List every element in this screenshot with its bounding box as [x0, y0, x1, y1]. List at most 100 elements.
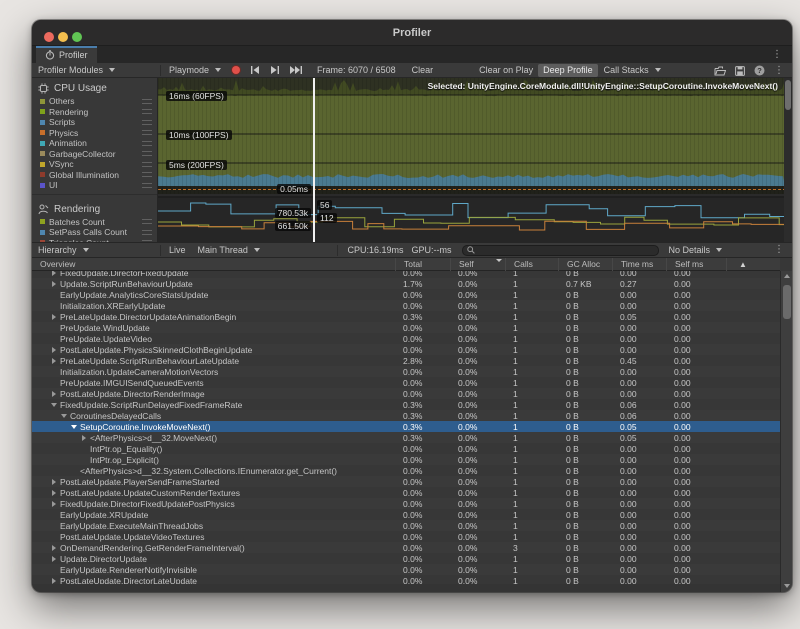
drag-handle-icon[interactable]	[142, 130, 152, 135]
hierarchy-menu-icon[interactable]: ⋮	[774, 245, 784, 255]
profiler-modules-dropdown[interactable]: Profiler Modules	[32, 64, 158, 77]
table-row[interactable]: PreLateUpdate.DirectorUpdateAnimationBeg…	[32, 311, 780, 322]
table-row[interactable]: EarlyUpdate.ExecuteMainThreadJobs0.0%0.0…	[32, 520, 780, 531]
charts-scrollbar[interactable]	[784, 78, 792, 242]
charts-area[interactable]: 16ms (60FPS) 10ms (100FPS) 5ms (200FPS) …	[158, 78, 792, 242]
foldout-arrow-icon[interactable]	[50, 487, 60, 498]
foldout-arrow-icon[interactable]	[50, 498, 60, 509]
table-row[interactable]: EarlyUpdate.AnalyticsCoreStatsUpdate0.0%…	[32, 289, 780, 300]
table-row[interactable]: <AfterPhysics>d__32.System.Collections.I…	[32, 465, 780, 476]
save-profile-icon[interactable]	[735, 66, 745, 76]
table-row[interactable]: EarlyUpdate.RendererNotifyInvisible0.0%0…	[32, 564, 780, 575]
deep-profile-toggle[interactable]: Deep Profile	[538, 64, 598, 77]
foldout-arrow-icon[interactable]	[60, 410, 70, 421]
module-counter[interactable]: Physics	[32, 128, 157, 139]
context-menu-icon[interactable]: ⋮	[774, 66, 784, 76]
module-counter[interactable]: Scripts	[32, 117, 157, 128]
foldout-arrow-icon[interactable]	[50, 344, 60, 355]
module-counter[interactable]: UI	[32, 180, 157, 191]
module-rendering[interactable]: Rendering	[32, 202, 157, 217]
column-warnings[interactable]: ▲	[726, 258, 780, 271]
drag-handle-icon[interactable]	[142, 172, 152, 177]
live-toggle[interactable]: Live	[163, 245, 192, 255]
drag-handle-icon[interactable]	[142, 162, 152, 167]
table-row[interactable]: PreUpdate.WindUpdate0.0%0.0%10 B0.000.00	[32, 322, 780, 333]
scrollbar-thumb[interactable]	[785, 80, 791, 110]
table-row[interactable]: PreLateUpdate.ScriptRunBehaviourLateUpda…	[32, 355, 780, 366]
rendering-chart[interactable]	[158, 196, 785, 242]
column-overview[interactable]: Overview	[32, 259, 395, 269]
table-row[interactable]: IntPtr.op_Explicit()0.0%0.0%10 B0.000.00	[32, 454, 780, 465]
drag-handle-icon[interactable]	[142, 109, 152, 114]
table-row[interactable]: PostLateUpdate.PlayerSendFrameStarted0.0…	[32, 476, 780, 487]
table-row[interactable]: PreUpdate.IMGUISendQueuedEvents0.0%0.0%1…	[32, 377, 780, 388]
table-row[interactable]: PostLateUpdate.DirectorLateUpdate0.0%0.0…	[32, 575, 780, 584]
table-row[interactable]: CoroutinesDelayedCalls0.3%0.0%10 B0.060.…	[32, 410, 780, 421]
table-row[interactable]: IntPtr.op_Equality()0.0%0.0%10 B0.000.00	[32, 443, 780, 454]
drag-handle-icon[interactable]	[142, 219, 152, 224]
module-cpu-usage[interactable]: CPU Usage	[32, 81, 157, 96]
table-row[interactable]: PostLateUpdate.DirectorRenderImage0.0%0.…	[32, 388, 780, 399]
table-row[interactable]: OnDemandRendering.GetRenderFrameInterval…	[32, 542, 780, 553]
drag-handle-icon[interactable]	[142, 151, 152, 156]
foldout-arrow-icon[interactable]	[50, 311, 60, 322]
module-counter[interactable]: GarbageCollector	[32, 149, 157, 160]
foldout-arrow-icon[interactable]	[50, 278, 60, 289]
current-frame-button[interactable]	[285, 64, 308, 77]
foldout-arrow-icon[interactable]	[70, 421, 80, 432]
module-counter[interactable]: Animation	[32, 138, 157, 149]
foldout-arrow-icon[interactable]	[50, 355, 60, 366]
column-calls[interactable]: Calls	[505, 258, 558, 271]
titlebar[interactable]: Profiler	[32, 20, 792, 46]
foldout-arrow-icon[interactable]	[80, 432, 90, 443]
clear-on-play-toggle[interactable]: Clear on Play	[474, 64, 538, 77]
foldout-arrow-icon[interactable]	[50, 388, 60, 399]
module-counter[interactable]: SetPass Calls Count	[32, 227, 157, 238]
module-counter[interactable]: Rendering	[32, 107, 157, 118]
call-stacks-dropdown[interactable]: Call Stacks	[598, 64, 667, 77]
foldout-arrow-icon[interactable]	[50, 399, 60, 410]
load-profile-icon[interactable]	[714, 66, 726, 76]
foldout-arrow-icon[interactable]	[50, 271, 60, 278]
record-button[interactable]	[227, 64, 245, 77]
table-row[interactable]: Update.ScriptRunBehaviourUpdate1.7%0.0%1…	[32, 278, 780, 289]
table-row[interactable]: <AfterPhysics>d__32.MoveNext()0.3%0.0%10…	[32, 432, 780, 443]
scroll-up-icon[interactable]	[784, 274, 790, 278]
foldout-arrow-icon[interactable]	[50, 575, 60, 584]
module-counter[interactable]: Others	[32, 96, 157, 107]
thread-dropdown[interactable]: Main Thread	[192, 244, 335, 257]
table-row[interactable]: PostLateUpdate.UpdateVideoTextures0.0%0.…	[32, 531, 780, 542]
drag-handle-icon[interactable]	[142, 120, 152, 125]
table-row[interactable]: PreUpdate.UpdateVideo0.0%0.0%10 B0.000.0…	[32, 333, 780, 344]
table-scrollbar[interactable]	[780, 271, 792, 592]
search-field[interactable]	[462, 245, 659, 256]
frame-selection-line[interactable]	[313, 78, 315, 242]
table-row[interactable]: SetupCoroutine.InvokeMoveNext()0.3%0.0%1…	[32, 421, 780, 432]
view-mode-dropdown[interactable]: Hierarchy	[32, 244, 158, 257]
drag-handle-icon[interactable]	[142, 141, 152, 146]
table-row[interactable]: EarlyUpdate.XRUpdate0.0%0.0%10 B0.000.00	[32, 509, 780, 520]
prev-frame-button[interactable]	[245, 64, 265, 77]
table-row[interactable]: FixedUpdate.DirectorFixedUpdatePostPhysi…	[32, 498, 780, 509]
column-self[interactable]: Self	[450, 258, 505, 271]
table-row[interactable]: Initialization.XREarlyUpdate0.0%0.0%10 B…	[32, 300, 780, 311]
foldout-arrow-icon[interactable]	[50, 476, 60, 487]
column-gc-alloc[interactable]: GC Alloc	[558, 258, 612, 271]
column-time-ms[interactable]: Time ms	[612, 258, 666, 271]
drag-handle-icon[interactable]	[142, 99, 152, 104]
drag-handle-icon[interactable]	[142, 230, 152, 235]
foldout-arrow-icon[interactable]	[50, 553, 60, 564]
scrollbar-thumb[interactable]	[783, 285, 791, 319]
module-counter[interactable]: Batches Count	[32, 217, 157, 228]
tab-menu-icon[interactable]: ⋮	[772, 50, 782, 60]
table-row[interactable]: FixedUpdate.ScriptRunDelayedFixedFrameRa…	[32, 399, 780, 410]
table-row[interactable]: PostLateUpdate.PhysicsSkinnedClothBeginU…	[32, 344, 780, 355]
drag-handle-icon[interactable]	[142, 183, 152, 188]
clear-button[interactable]: Clear	[407, 64, 439, 77]
table-row[interactable]: PostLateUpdate.UpdateCustomRenderTexture…	[32, 487, 780, 498]
column-total[interactable]: Total	[395, 258, 450, 271]
cpu-usage-chart[interactable]	[158, 78, 785, 194]
tab-profiler[interactable]: Profiler	[36, 46, 97, 63]
help-icon[interactable]: ?	[754, 65, 765, 76]
table-row[interactable]: FixedUpdate.DirectorFixedUpdate0.0%0.0%1…	[32, 271, 780, 278]
